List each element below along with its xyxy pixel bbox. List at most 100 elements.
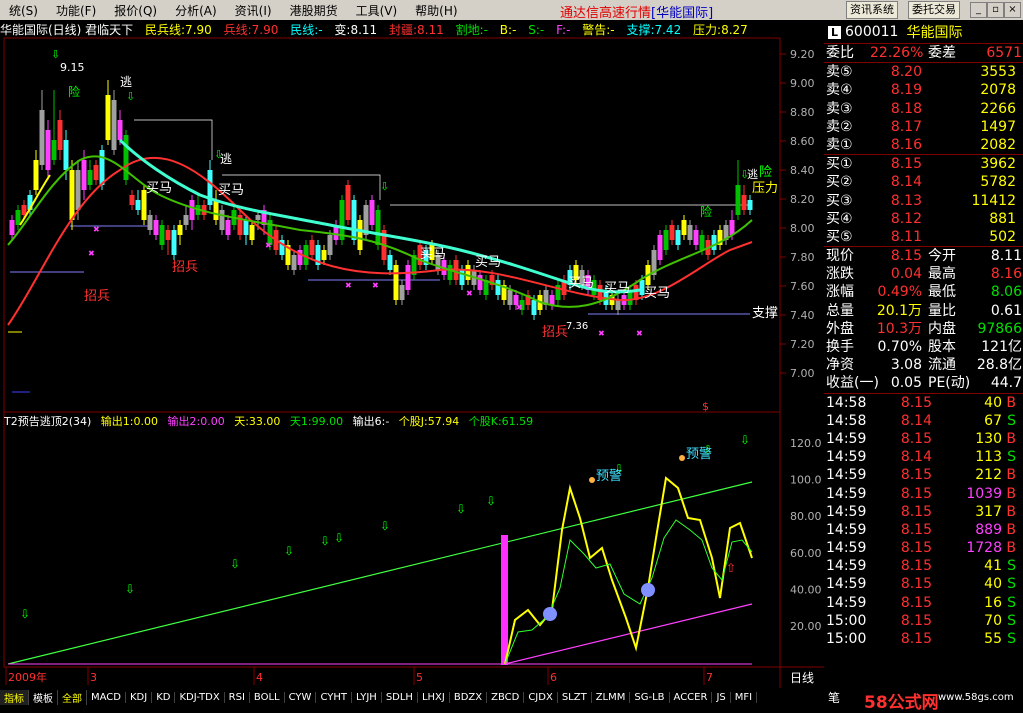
stat-row: 涨幅 0.49% 最低 8.06 bbox=[824, 283, 1023, 301]
level-volume: 2078 bbox=[980, 82, 1016, 99]
info-system-button[interactable]: 资讯系统 bbox=[846, 1, 898, 19]
magenta-bar bbox=[501, 535, 508, 665]
price-tick-label: 8.20 bbox=[790, 193, 815, 206]
tab-macd[interactable]: MACD bbox=[87, 691, 126, 703]
price-tick-label: 7.80 bbox=[790, 251, 815, 264]
indicator-tick-label: 60.00 bbox=[790, 547, 822, 560]
trade-button[interactable]: 委托交易 bbox=[908, 1, 960, 19]
menu-system[interactable]: 统(S) bbox=[0, 2, 47, 19]
stat-label: 流通 bbox=[928, 357, 956, 374]
level-label: 买③ bbox=[826, 192, 853, 209]
candle-body bbox=[111, 100, 117, 150]
tab-cyw[interactable]: CYW bbox=[285, 691, 317, 703]
stat-value: 0.49% bbox=[877, 284, 922, 301]
tick-side: S bbox=[1007, 612, 1016, 629]
footer-tab[interactable]: 笔 bbox=[828, 689, 840, 706]
price-tick-label: 8.40 bbox=[790, 164, 815, 177]
tab-rsi[interactable]: RSI bbox=[225, 691, 250, 703]
bid-row[interactable]: 买③ 8.13 11412 bbox=[824, 192, 1023, 210]
menu-hk-futures[interactable]: 港股期货 bbox=[281, 2, 347, 19]
close-icon[interactable]: × bbox=[1004, 2, 1021, 18]
ask-row[interactable]: 卖③ 8.18 2266 bbox=[824, 100, 1023, 118]
menu-quote[interactable]: 报价(Q) bbox=[105, 2, 166, 19]
period-label[interactable]: 日线 bbox=[790, 671, 814, 685]
ask-row[interactable]: 卖⑤ 8.20 3553 bbox=[824, 63, 1023, 81]
candle-body bbox=[711, 235, 717, 250]
candle-body bbox=[9, 220, 15, 235]
tab-slzt[interactable]: SLZT bbox=[558, 691, 592, 703]
tick-volume: 113 bbox=[975, 449, 1002, 466]
tab-boll[interactable]: BOLL bbox=[250, 691, 285, 703]
tab-指标[interactable]: 指标 bbox=[0, 689, 29, 705]
ask-row[interactable]: 卖② 8.17 1497 bbox=[824, 118, 1023, 136]
tab-全部[interactable]: 全部 bbox=[58, 689, 87, 705]
candle-body bbox=[729, 220, 735, 235]
svg-text:✖: ✖ bbox=[636, 329, 643, 338]
tab-kd[interactable]: KD bbox=[152, 691, 176, 703]
tick-time: 14:59 bbox=[826, 430, 867, 447]
time-tick-label: 4 bbox=[256, 671, 263, 684]
arrow-down-icon: ⇩ bbox=[456, 502, 466, 516]
tab-sdlh[interactable]: SDLH bbox=[382, 691, 418, 703]
bid-row[interactable]: 买⑤ 8.11 502 bbox=[824, 228, 1023, 246]
stock-code[interactable]: 600011 bbox=[845, 24, 898, 40]
tab-accer[interactable]: ACCER bbox=[670, 691, 713, 703]
stock-k-value: 个股K:61.59 bbox=[468, 415, 534, 428]
candle-body bbox=[405, 265, 411, 290]
menu-help[interactable]: 帮助(H) bbox=[406, 2, 466, 19]
menu-info[interactable]: 资讯(I) bbox=[226, 2, 281, 19]
minimize-icon[interactable]: _ bbox=[970, 2, 987, 18]
stat-label: 量比 bbox=[928, 302, 956, 319]
weibi-label: 委比 bbox=[826, 45, 854, 61]
tick-price: 8.15 bbox=[900, 521, 932, 538]
menu-analysis[interactable]: 分析(A) bbox=[166, 2, 226, 19]
candle-body bbox=[99, 150, 105, 185]
tab-mfi[interactable]: MFI bbox=[731, 691, 758, 703]
bid-row[interactable]: 买④ 8.12 881 bbox=[824, 210, 1023, 228]
tab-zlmm[interactable]: ZLMM bbox=[592, 691, 631, 703]
buy-horse-label-1: 买马 bbox=[146, 181, 172, 196]
level-line-1 bbox=[134, 119, 213, 160]
ask-row[interactable]: 卖① 8.16 2082 bbox=[824, 136, 1023, 154]
tab-模板[interactable]: 模板 bbox=[29, 689, 58, 705]
ask-row[interactable]: 卖④ 8.19 2078 bbox=[824, 81, 1023, 99]
tick-time: 14:59 bbox=[826, 540, 867, 557]
stock-name[interactable]: 华能国际 bbox=[906, 22, 962, 42]
tick-time: 14:59 bbox=[826, 503, 867, 520]
restore-icon[interactable]: ▫ bbox=[987, 2, 1004, 18]
tick-time: 14:59 bbox=[826, 558, 867, 575]
tick-time: 14:58 bbox=[826, 394, 867, 411]
tab-zbcd[interactable]: ZBCD bbox=[487, 691, 525, 703]
tick-price: 8.15 bbox=[900, 467, 932, 484]
menu-tools[interactable]: 工具(V) bbox=[347, 2, 407, 19]
bid-row[interactable]: 买① 8.15 3962 bbox=[824, 155, 1023, 173]
tab-kdj-tdx[interactable]: KDJ-TDX bbox=[175, 691, 225, 703]
level-volume: 2082 bbox=[980, 136, 1016, 153]
candle-body bbox=[243, 220, 249, 235]
stat-label: 外盘 bbox=[826, 320, 854, 337]
candle-body bbox=[345, 185, 351, 220]
candle-body bbox=[321, 250, 327, 260]
candle-body bbox=[159, 225, 165, 245]
level-label: 买④ bbox=[826, 210, 853, 227]
stat-label: 现价 bbox=[826, 248, 854, 265]
tab-kdj[interactable]: KDJ bbox=[126, 691, 153, 703]
candle-body bbox=[507, 290, 513, 305]
tab-lhxj[interactable]: LHXJ bbox=[418, 691, 450, 703]
menu-bar: 统(S) 功能(F) 报价(Q) 分析(A) 资讯(I) 港股期货 工具(V) … bbox=[0, 0, 1023, 21]
tab-cjdx[interactable]: CJDX bbox=[524, 691, 558, 703]
candle-body bbox=[675, 230, 681, 245]
chart-area[interactable]: 9.20 9.00 8.80 8.60 8.40 8.20 8.00 7.80 7.60 7.40… bbox=[0, 20, 824, 688]
arrow-down-icon: ⇩ bbox=[380, 519, 390, 533]
tab-js[interactable]: JS bbox=[712, 691, 731, 703]
stat-value: 28.8亿 bbox=[976, 357, 1022, 374]
tab-lyjh[interactable]: LYJH bbox=[352, 691, 382, 703]
menu-function[interactable]: 功能(F) bbox=[47, 2, 105, 19]
tab-cyht[interactable]: CYHT bbox=[316, 691, 352, 703]
bid-row[interactable]: 买② 8.14 5782 bbox=[824, 173, 1023, 191]
tab-sg-lb[interactable]: SG-LB bbox=[630, 691, 670, 703]
tick-side: B bbox=[1006, 394, 1016, 411]
tick-price: 8.15 bbox=[900, 576, 932, 593]
escape-label-1: 逃 bbox=[120, 75, 132, 89]
tab-bdzx[interactable]: BDZX bbox=[450, 691, 488, 703]
